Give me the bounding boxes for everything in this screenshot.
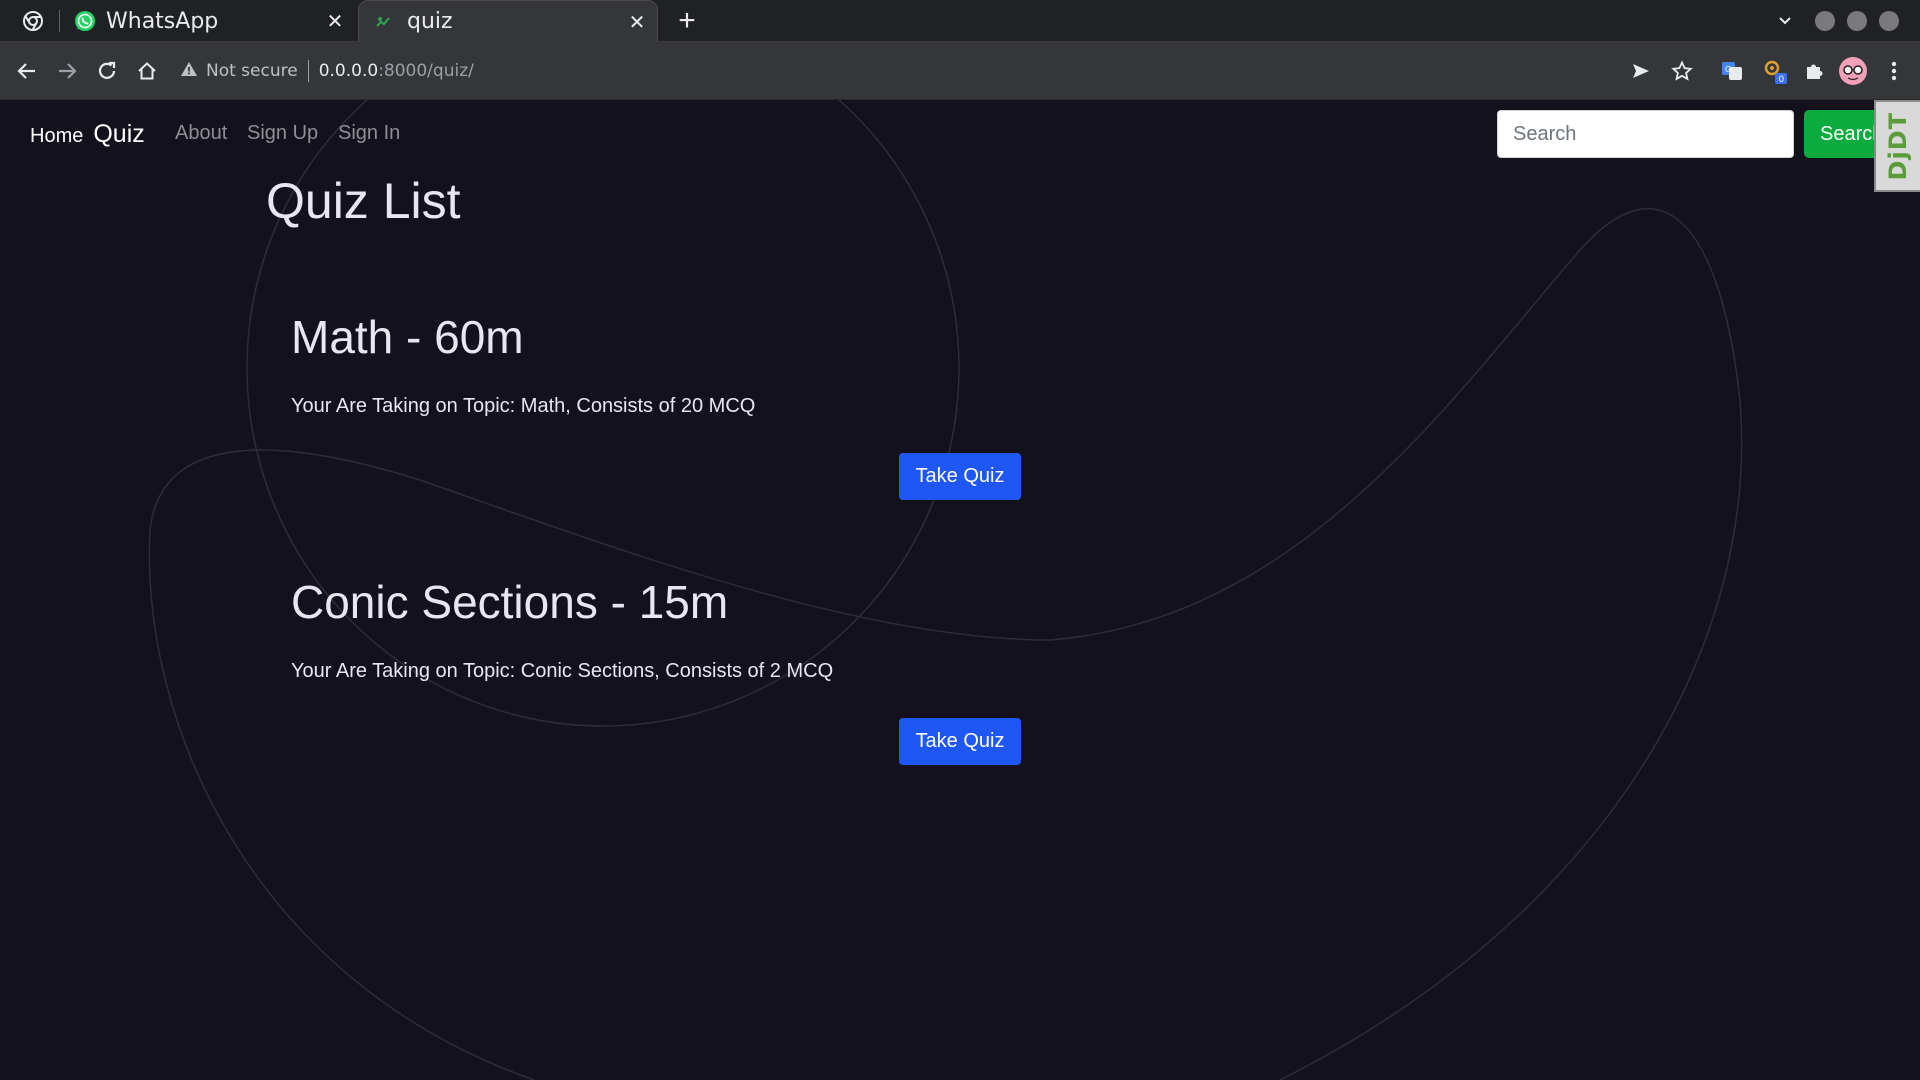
browser-tab-bar: WhatsApp ✕ quiz ✕ +	[0, 0, 1920, 42]
url-path: :8000/quiz/	[378, 61, 474, 81]
quiz-description: Your Are Taking on Topic: Math, Consists…	[291, 395, 756, 417]
extension-badge-count: 0	[1779, 75, 1785, 85]
web-page: Home Quiz About Sign Up Sign In Search D…	[0, 100, 1920, 1080]
take-quiz-button[interactable]: Take Quiz	[899, 718, 1021, 765]
quiz-heading: Math - 60m	[291, 311, 524, 363]
chrome-menu-icon[interactable]	[22, 10, 44, 32]
svg-text:G: G	[1725, 65, 1731, 74]
nav-link-sign-up[interactable]: Sign Up	[247, 122, 318, 145]
tab-title: quiz	[407, 9, 453, 34]
tab-quiz[interactable]: quiz ✕	[358, 0, 658, 42]
quiz-description: Your Are Taking on Topic: Conic Sections…	[291, 660, 834, 682]
kebab-menu-icon[interactable]	[1879, 56, 1909, 86]
url-host: 0.0.0.0	[318, 61, 379, 81]
djdt-label: DjDT	[1884, 111, 1912, 181]
tab-title: WhatsApp	[106, 8, 219, 34]
reload-icon[interactable]	[92, 56, 122, 86]
quiz-card: Conic Sections - 15m Your Are Taking on …	[291, 575, 1191, 765]
forward-arrow-icon[interactable]	[52, 56, 82, 86]
home-icon[interactable]	[132, 56, 162, 86]
extensions-puzzle-icon[interactable]	[1799, 56, 1829, 86]
send-tab-icon[interactable]	[1626, 56, 1656, 86]
close-window-button[interactable]	[1879, 11, 1899, 31]
whatsapp-icon	[74, 10, 96, 32]
tab-separator	[59, 10, 60, 32]
page-title: Quiz List	[266, 173, 461, 229]
omnibox-separator	[307, 60, 309, 82]
site-navbar: Home Quiz About Sign Up Sign In Search D…	[0, 100, 1920, 192]
address-bar[interactable]: Not secure 0.0.0.0:8000/quiz/	[180, 50, 1610, 92]
warning-icon[interactable]	[180, 60, 198, 83]
close-tab-icon[interactable]: ✕	[625, 10, 649, 34]
tab-whatsapp[interactable]: WhatsApp ✕	[70, 0, 355, 42]
profile-avatar[interactable]	[1838, 56, 1868, 86]
translate-extension-icon[interactable]: G	[1717, 56, 1747, 86]
back-arrow-icon[interactable]	[12, 56, 42, 86]
brand-quiz-text: Quiz	[93, 120, 145, 148]
navbar-brand[interactable]: Home Quiz	[30, 120, 145, 149]
search-input[interactable]	[1497, 110, 1794, 158]
chevron-down-icon[interactable]	[1772, 8, 1798, 34]
bookmark-star-icon[interactable]	[1667, 56, 1697, 86]
close-tab-icon[interactable]: ✕	[323, 9, 347, 33]
nav-link-about[interactable]: About	[175, 122, 227, 145]
django-debug-toolbar-handle[interactable]: DjDT	[1874, 100, 1920, 192]
maximize-window-button[interactable]	[1847, 11, 1867, 31]
nav-link-sign-in[interactable]: Sign In	[338, 122, 400, 145]
extension-badge-icon[interactable]: 0	[1760, 56, 1790, 86]
brand-home-text: Home	[30, 125, 84, 147]
new-tab-icon[interactable]: +	[672, 6, 702, 36]
take-quiz-button[interactable]: Take Quiz	[899, 453, 1021, 500]
quiz-heading: Conic Sections - 15m	[291, 576, 729, 628]
security-status[interactable]: Not secure	[206, 61, 298, 81]
quiz-card: Math - 60m Your Are Taking on Topic: Mat…	[291, 310, 1191, 500]
browser-toolbar: Not secure 0.0.0.0:8000/quiz/ G 0	[0, 42, 1920, 100]
minimize-window-button[interactable]	[1815, 11, 1835, 31]
quiz-favicon	[375, 11, 397, 33]
